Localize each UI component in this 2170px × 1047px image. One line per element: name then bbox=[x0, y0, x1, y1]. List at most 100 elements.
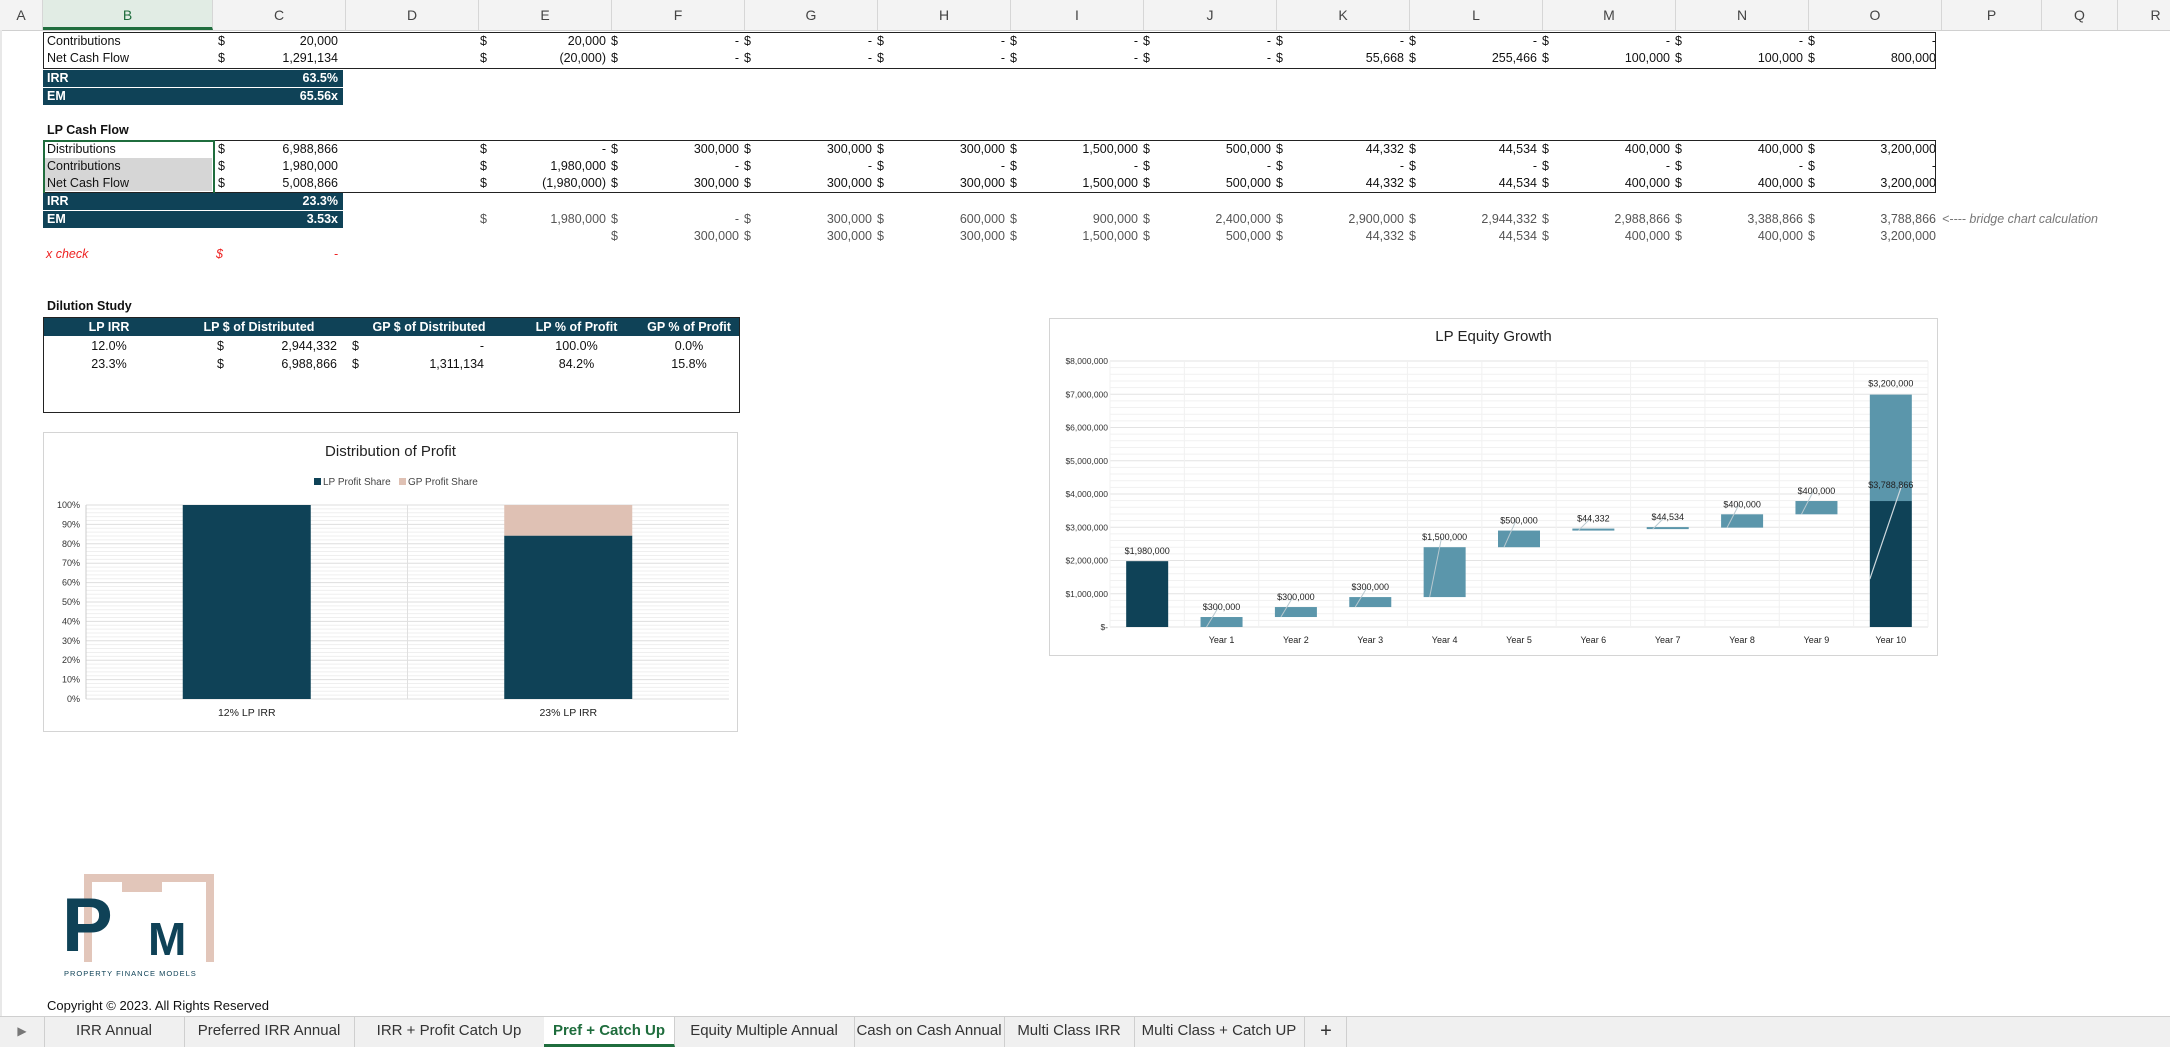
y-tick-label: 20% bbox=[62, 655, 80, 665]
column-header-m[interactable]: M bbox=[1543, 0, 1676, 30]
column-header-q[interactable]: Q bbox=[2042, 0, 2118, 30]
currency-symbol: $ bbox=[1542, 34, 1549, 48]
sheet-tab-preferred-irr-annual[interactable]: Preferred IRR Annual bbox=[184, 1017, 355, 1047]
y-tick-label: $3,000,000 bbox=[1065, 522, 1108, 532]
data-label: $44,332 bbox=[1577, 514, 1610, 524]
column-header-l[interactable]: L bbox=[1410, 0, 1543, 30]
currency-symbol: $ bbox=[1409, 176, 1416, 190]
currency-symbol: $ bbox=[1675, 212, 1682, 226]
lp-irr-cell: 12.0% bbox=[91, 339, 127, 353]
bar-lp-profit-share bbox=[182, 505, 311, 699]
col-k-value: - bbox=[1399, 159, 1404, 173]
sheet-tab-pref-catch-up[interactable]: Pref + Catch Up bbox=[544, 1017, 675, 1047]
x-tick-label: Year 8 bbox=[1729, 635, 1755, 645]
column-header-a[interactable]: A bbox=[0, 0, 43, 30]
sheet-tab-cash-on-cash-annual[interactable]: Cash on Cash Annual bbox=[854, 1017, 1005, 1047]
currency-symbol: $ bbox=[480, 159, 487, 173]
y-tick-label: $8,000,000 bbox=[1065, 356, 1108, 366]
dilution-row[interactable]: 12.0% $2,944,332 $ - 100.0% 0.0% bbox=[44, 338, 739, 355]
distribution-of-profit-chart[interactable]: Distribution of Profit LP Profit Share GP… bbox=[43, 432, 738, 732]
currency-symbol: $ bbox=[877, 229, 884, 243]
irr-row[interactable]: IRR 63.5% bbox=[43, 70, 343, 87]
data-label: $300,000 bbox=[1203, 602, 1241, 612]
total-value: 1,291,134 bbox=[282, 51, 338, 65]
data-label: $300,000 bbox=[1351, 582, 1389, 592]
lp-irr-row[interactable]: IRR 23.3% bbox=[43, 193, 343, 210]
col-m-value: 400,000 bbox=[1624, 176, 1670, 190]
currency-symbol: $ bbox=[1010, 34, 1017, 48]
col-g-value: 300,000 bbox=[826, 176, 872, 190]
bridge-row-2[interactable]: $300,000 $300,000 $300,000 $1,500,000 $500,0… bbox=[0, 228, 2170, 245]
column-header-j[interactable]: J bbox=[1144, 0, 1277, 30]
currency-symbol: $ bbox=[1010, 176, 1017, 190]
lp-row-3[interactable]: Net Cash Flow $5,008,866 $ (1,980,000) $300,… bbox=[0, 175, 2170, 192]
lp-equity-growth-chart[interactable]: LP Equity Growth $- $1,000,000 $2,000,000 $… bbox=[1049, 318, 1938, 656]
col-j-value: 500,000 bbox=[1225, 142, 1271, 156]
currency-symbol: $ bbox=[611, 34, 618, 48]
x-tick-label: Year 1 bbox=[1209, 635, 1235, 645]
ptm-logo: P M PROPERTY FINANCE MODELS bbox=[62, 874, 214, 982]
dilution-header-cell: GP % of Profit bbox=[647, 320, 731, 334]
col-h-value: - bbox=[1000, 51, 1005, 65]
column-header-p[interactable]: P bbox=[1942, 0, 2042, 30]
column-header-k[interactable]: K bbox=[1277, 0, 1410, 30]
col-h-value: 300,000 bbox=[959, 176, 1005, 190]
col-l-value: 255,466 bbox=[1491, 51, 1537, 65]
column-header-r[interactable]: R bbox=[2118, 0, 2170, 30]
sheet-tab-irr-profit-catch-up[interactable]: IRR + Profit Catch Up bbox=[354, 1017, 545, 1047]
col-m-value: 400,000 bbox=[1624, 229, 1670, 243]
add-sheet-button[interactable]: + bbox=[1306, 1017, 1347, 1047]
column-header-n[interactable]: N bbox=[1676, 0, 1809, 30]
data-label: $400,000 bbox=[1723, 499, 1761, 509]
currency-symbol: $ bbox=[611, 229, 618, 243]
y-tick-label: 80% bbox=[62, 539, 80, 549]
sheet-tab-multi-class-catch-up[interactable]: Multi Class + Catch UP bbox=[1134, 1017, 1305, 1047]
currency-symbol: $ bbox=[877, 142, 884, 156]
lp-row-2[interactable]: Contributions $1,980,000 $1,980,000 $ - $ - $ - $… bbox=[0, 158, 2170, 175]
column-header-e[interactable]: E bbox=[479, 0, 612, 30]
currency-symbol: $ bbox=[744, 229, 751, 243]
bar-lp-profit-share bbox=[504, 535, 633, 699]
top-row-1[interactable]: Contributions $20,000 $20,000 $ - $ - $ - $ - $ - $ - $… bbox=[0, 33, 2170, 50]
currency-symbol: $ bbox=[1675, 34, 1682, 48]
column-header-o[interactable]: O bbox=[1809, 0, 1942, 30]
column-header-i[interactable]: I bbox=[1011, 0, 1144, 30]
bar-increment bbox=[1423, 547, 1466, 598]
top-row-2[interactable]: Net Cash Flow $1,291,134 $ (20,000) $ - $ - $ - $ -… bbox=[0, 50, 2170, 67]
x-tick-label: Year 7 bbox=[1655, 635, 1681, 645]
em-row[interactable]: EM 65.56x bbox=[43, 88, 343, 105]
lp-row-1[interactable]: Distributions $6,988,866 $ - $300,000 $300,00… bbox=[0, 141, 2170, 158]
x-check-row[interactable]: x check $ - bbox=[43, 246, 343, 263]
tab-scroll-button[interactable]: ▶ bbox=[0, 1017, 45, 1047]
copyright: Copyright © 2023. All Rights Reserved bbox=[47, 998, 270, 1013]
currency-symbol: $ bbox=[611, 142, 618, 156]
sheet-tab-multi-class-irr[interactable]: Multi Class IRR bbox=[1004, 1017, 1135, 1047]
column-header-f[interactable]: F bbox=[612, 0, 745, 30]
gp-pct-cell: 15.8% bbox=[671, 357, 707, 371]
currency-symbol: $ bbox=[744, 51, 751, 65]
dilution-row[interactable]: 23.3% $6,988,866 $1,311,134 84.2% 15.8% bbox=[44, 356, 739, 373]
x-check-value: - bbox=[333, 247, 338, 261]
y-tick-label: 30% bbox=[62, 636, 80, 646]
currency-symbol: $ bbox=[877, 176, 884, 190]
column-header-h[interactable]: H bbox=[878, 0, 1011, 30]
y-tick-label: 0% bbox=[67, 694, 80, 704]
lp-pct-cell: 100.0% bbox=[555, 339, 598, 353]
currency-symbol: $ bbox=[218, 51, 225, 65]
col-e-value: 1,980,000 bbox=[550, 159, 606, 173]
col-l-value: - bbox=[1532, 34, 1537, 48]
column-header-g[interactable]: G bbox=[745, 0, 878, 30]
currency-symbol: $ bbox=[877, 212, 884, 226]
bridge-row-1[interactable]: $1,980,000 $ - $300,000 $600,000 $900,000 $2,4… bbox=[0, 211, 2170, 228]
column-header-c[interactable]: C bbox=[213, 0, 346, 30]
sheet-tab-irr-annual[interactable]: IRR Annual bbox=[44, 1017, 185, 1047]
sheet-tab-equity-multiple-annual[interactable]: Equity Multiple Annual bbox=[674, 1017, 855, 1047]
currency-symbol: $ bbox=[877, 159, 884, 173]
column-header-d[interactable]: D bbox=[346, 0, 479, 30]
y-tick-label: $7,000,000 bbox=[1065, 389, 1108, 399]
currency-symbol: $ bbox=[1010, 159, 1017, 173]
column-header-b[interactable]: B bbox=[43, 0, 213, 30]
x-tick-label: Year 6 bbox=[1581, 635, 1607, 645]
col-m-value: 400,000 bbox=[1624, 142, 1670, 156]
currency-symbol: $ bbox=[1409, 229, 1416, 243]
